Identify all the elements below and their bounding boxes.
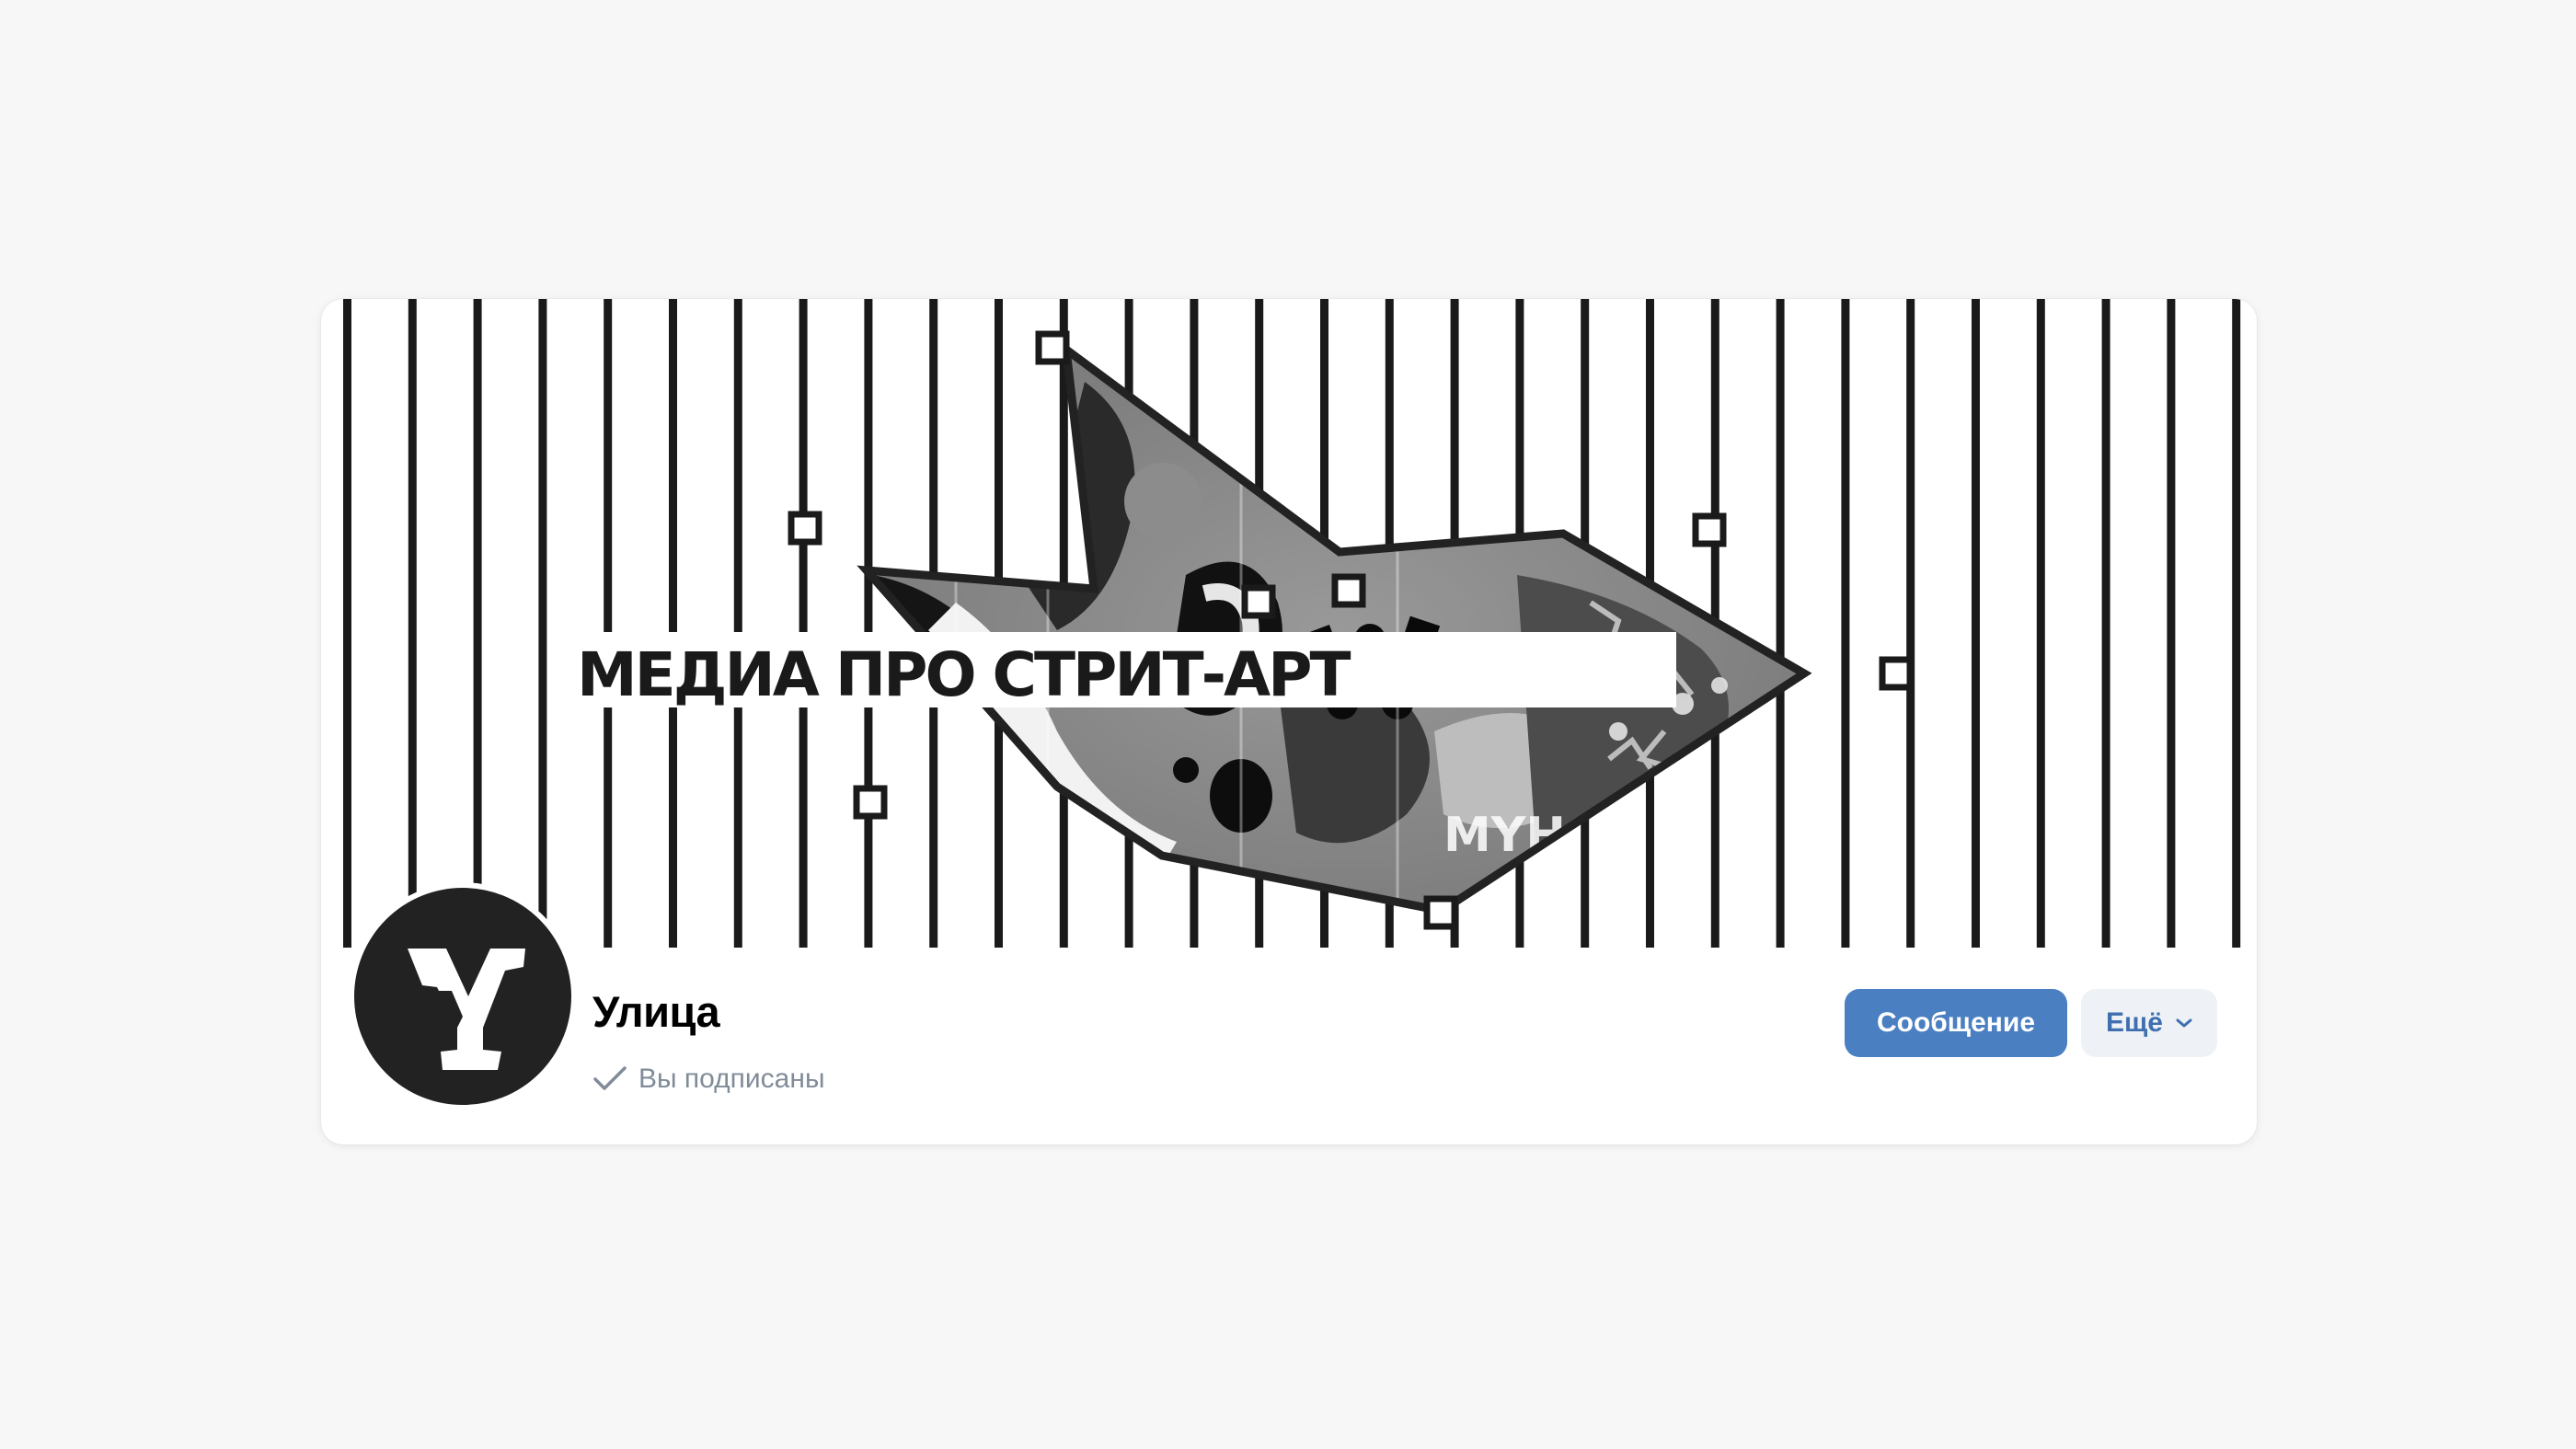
stripe bbox=[1776, 299, 1785, 948]
stripe bbox=[1841, 299, 1850, 948]
community-header-card: MYH МЕДИА ПРО СТРИТ-АРТ Улица Вы подписа… bbox=[321, 299, 2257, 1144]
subscription-status-label: Вы подписаны bbox=[638, 1064, 825, 1094]
stripe bbox=[864, 299, 873, 948]
stripe bbox=[604, 299, 613, 948]
message-button[interactable]: Сообщение bbox=[1845, 989, 2067, 1057]
community-logo-icon bbox=[408, 949, 525, 1070]
stripe bbox=[408, 299, 417, 948]
chevron-down-icon bbox=[2176, 1018, 2192, 1028]
stripe bbox=[2167, 299, 2176, 948]
community-name: Улица bbox=[592, 987, 720, 1036]
more-button[interactable]: Ещё bbox=[2081, 989, 2217, 1057]
stripe bbox=[538, 299, 547, 948]
stripe bbox=[1972, 299, 1980, 948]
stripe bbox=[799, 299, 808, 948]
message-button-label: Сообщение bbox=[1876, 1007, 2036, 1038]
subscription-status[interactable]: Вы подписаны bbox=[592, 1059, 825, 1099]
stripe bbox=[2101, 299, 2110, 948]
community-avatar[interactable] bbox=[349, 882, 577, 1110]
stripe bbox=[473, 299, 482, 948]
stripe bbox=[2036, 299, 2045, 948]
stripe bbox=[2232, 299, 2241, 948]
more-button-label: Ещё bbox=[2105, 1007, 2163, 1038]
stripe bbox=[343, 299, 351, 948]
stripe bbox=[1906, 299, 1915, 948]
stripe bbox=[733, 299, 742, 948]
graffiti-tag: MYH bbox=[1443, 808, 1566, 863]
stripe bbox=[669, 299, 677, 948]
checkmark-icon bbox=[593, 1066, 627, 1090]
cover-headline: МЕДИА ПРО СТРИТ-АРТ bbox=[577, 639, 1351, 710]
cover-image: MYH МЕДИА ПРО СТРИТ-АРТ bbox=[321, 299, 2257, 948]
